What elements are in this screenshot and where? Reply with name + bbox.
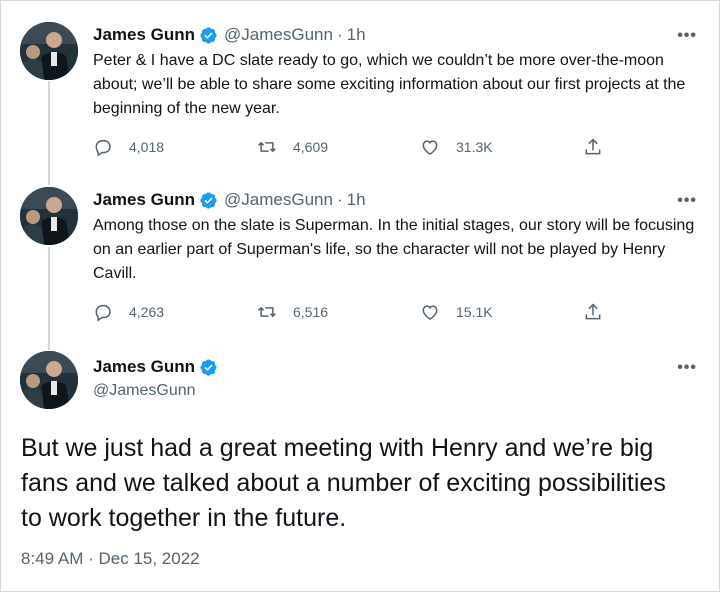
retweet-count: 4,609	[293, 139, 329, 155]
author-handle[interactable]: @JamesGunn	[224, 190, 333, 210]
tweet-time[interactable]: 1h	[347, 190, 366, 210]
retweet-count: 6,516	[293, 304, 329, 320]
tweet-time[interactable]: 1h	[347, 25, 366, 45]
verified-badge-icon	[199, 358, 218, 377]
more-icon[interactable]: •••	[677, 359, 697, 377]
like-button[interactable]: 31.3K	[420, 137, 493, 157]
separator: ·	[336, 25, 343, 44]
avatar-image	[20, 351, 78, 409]
tweet-text: Among those on the slate is Superman. In…	[93, 217, 695, 282]
heart-icon	[422, 140, 438, 155]
author-name[interactable]: James Gunn	[93, 25, 195, 45]
share-button[interactable]	[583, 137, 619, 157]
tweet-text: But we just had a great meeting with Hen…	[21, 434, 666, 532]
reply-count: 4,018	[129, 139, 165, 155]
avatar-image	[20, 22, 78, 80]
tweet-actions: 4,018 4,609 31.3K	[93, 137, 613, 161]
author-handle[interactable]: @JamesGunn	[93, 382, 196, 400]
more-icon[interactable]: •••	[677, 192, 697, 210]
verified-badge-icon	[199, 26, 218, 45]
author-name[interactable]: James Gunn	[93, 357, 195, 377]
heart-icon	[422, 305, 438, 320]
avatar[interactable]	[20, 22, 78, 80]
tweet-text: Peter & I have a DC slate ready to go, w…	[93, 52, 686, 117]
thread-connector	[48, 81, 50, 185]
like-count: 15.1K	[456, 304, 493, 320]
tweet-timestamp[interactable]: 8:49 AM · Dec 15, 2022	[21, 549, 200, 569]
thread-connector	[48, 247, 50, 350]
reply-icon	[95, 305, 111, 322]
separator: ·	[336, 190, 343, 209]
tweet-thread: James Gunn @JamesGunn · 1h ••• Peter & I…	[0, 0, 720, 592]
more-icon[interactable]: •••	[677, 27, 697, 45]
retweet-icon	[258, 141, 276, 153]
like-button[interactable]: 15.1K	[420, 302, 493, 322]
avatar-image	[20, 187, 78, 245]
reply-icon	[95, 140, 111, 157]
author-handle[interactable]: @JamesGunn	[224, 25, 333, 45]
avatar[interactable]	[20, 351, 78, 409]
verified-badge-icon	[199, 191, 218, 210]
share-icon	[585, 138, 601, 155]
like-count: 31.3K	[456, 139, 493, 155]
share-icon	[585, 303, 601, 320]
retweet-button[interactable]: 4,609	[257, 137, 328, 157]
retweet-icon	[258, 306, 276, 318]
avatar[interactable]	[20, 187, 78, 245]
reply-button[interactable]: 4,018	[93, 137, 164, 157]
reply-button[interactable]: 4,263	[93, 302, 164, 322]
reply-count: 4,263	[129, 304, 165, 320]
retweet-button[interactable]: 6,516	[257, 302, 328, 322]
share-button[interactable]	[583, 302, 619, 322]
author-name[interactable]: James Gunn	[93, 190, 195, 210]
tweet-actions: 4,263 6,516 15.1K	[93, 302, 613, 326]
